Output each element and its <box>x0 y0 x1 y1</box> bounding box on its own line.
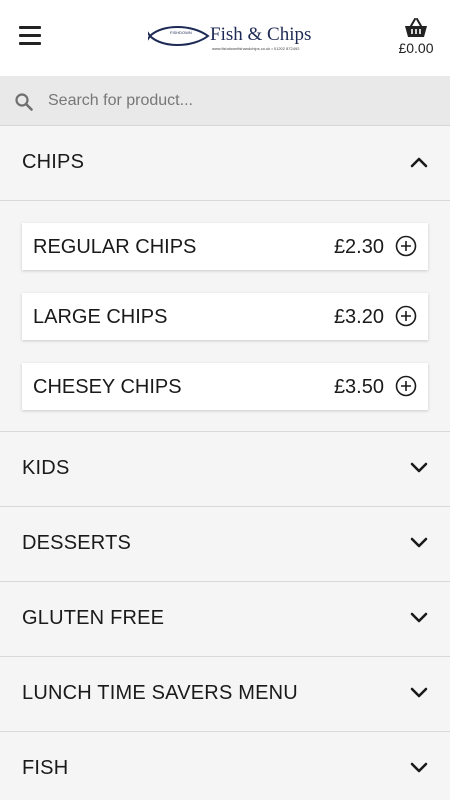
category-desserts[interactable]: DESSERTS <box>0 507 450 582</box>
logo-subtitle: www.fishdownfishandchips.co.uk • 01202 8… <box>212 46 300 51</box>
chevron-down-icon[interactable] <box>410 762 428 774</box>
chevron-down-icon[interactable] <box>410 687 428 699</box>
category-chips-items: REGULAR CHIPS £2.30 LARGE CHIPS £3.20 CH… <box>0 201 450 432</box>
chevron-down-icon[interactable] <box>410 537 428 549</box>
search-icon <box>15 93 33 111</box>
basket-button[interactable]: £0.00 <box>396 18 436 56</box>
logo-title: Fish & Chips <box>210 24 312 45</box>
basket-total: £0.00 <box>398 40 434 56</box>
chevron-up-icon[interactable] <box>410 156 428 168</box>
plus-circle-icon[interactable] <box>395 375 417 397</box>
chevron-down-icon[interactable] <box>410 462 428 474</box>
product-regular-chips[interactable]: REGULAR CHIPS £2.30 <box>22 223 428 270</box>
category-label: FISH <box>22 757 69 779</box>
product-name: CHESEY CHIPS <box>33 376 182 398</box>
logo-fish-text: FISHDOWN <box>170 30 192 35</box>
product-price: £3.50 <box>333 376 384 398</box>
category-label: KIDS <box>22 457 70 479</box>
product-name: LARGE CHIPS <box>33 306 168 328</box>
plus-circle-icon[interactable] <box>395 235 417 257</box>
category-gluten-free[interactable]: GLUTEN FREE <box>0 582 450 657</box>
product-chesey-chips[interactable]: CHESEY CHIPS £3.50 <box>22 363 428 410</box>
category-label: GLUTEN FREE <box>22 607 165 629</box>
app-header: FISHDOWN Fish & Chips www.fishdownfishan… <box>0 0 450 76</box>
category-kids[interactable]: KIDS <box>0 432 450 507</box>
hamburger-menu-icon[interactable] <box>19 26 41 50</box>
fish-logo-icon: FISHDOWN <box>148 26 210 46</box>
category-label: LUNCH TIME SAVERS MENU <box>22 682 298 704</box>
basket-icon <box>405 18 427 37</box>
chevron-down-icon[interactable] <box>410 612 428 624</box>
category-label: CHIPS <box>22 151 85 173</box>
search-input[interactable] <box>48 86 438 116</box>
shop-logo[interactable]: FISHDOWN Fish & Chips www.fishdownfishan… <box>148 18 316 54</box>
product-price: £2.30 <box>333 236 384 258</box>
search-bar <box>0 76 450 126</box>
product-large-chips[interactable]: LARGE CHIPS £3.20 <box>22 293 428 340</box>
category-lunch-time-savers[interactable]: LUNCH TIME SAVERS MENU <box>0 657 450 732</box>
category-label: DESSERTS <box>22 532 132 554</box>
plus-circle-icon[interactable] <box>395 305 417 327</box>
product-price: £3.20 <box>333 306 384 328</box>
category-fish[interactable]: FISH <box>0 732 450 800</box>
product-name: REGULAR CHIPS <box>33 236 197 258</box>
category-chips[interactable]: CHIPS <box>0 126 450 201</box>
